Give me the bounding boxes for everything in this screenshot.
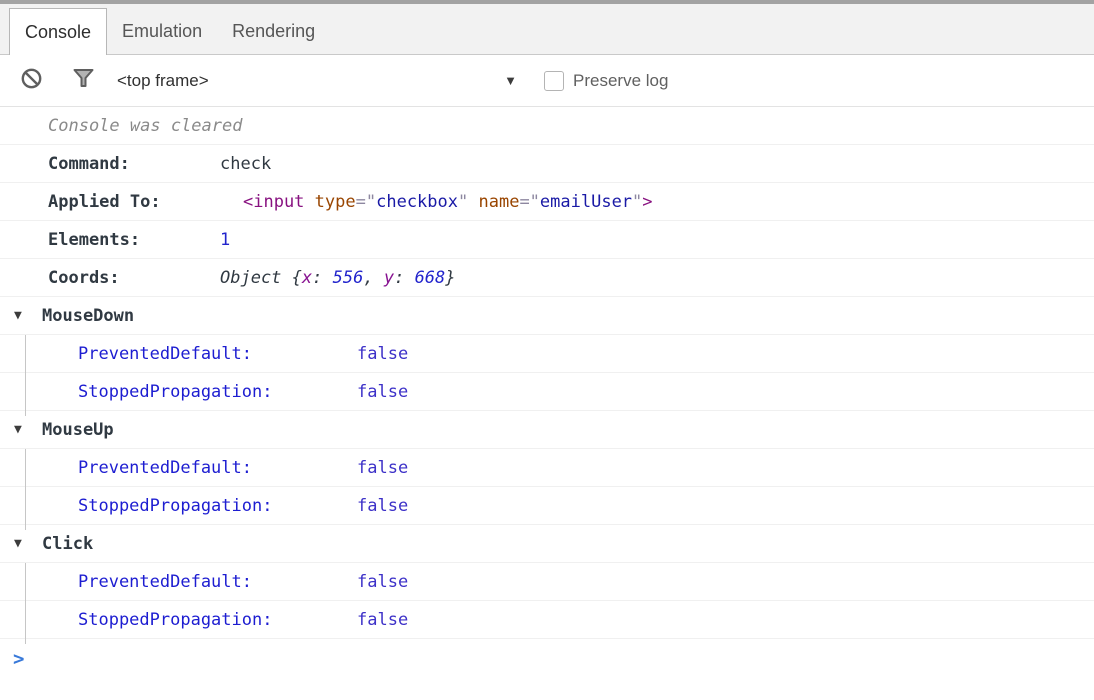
group-children-mouseup: PreventedDefault:false StoppedPropagatio… — [0, 449, 1094, 525]
console-toolbar: <top frame> ▼ Preserve log — [0, 55, 1094, 107]
tab-emulation[interactable]: Emulation — [107, 8, 217, 54]
console-message-stopped-propagation: StoppedPropagation:false — [0, 601, 1094, 639]
expand-triangle-icon[interactable]: ▼ — [14, 536, 42, 551]
console-message-applied-to: Applied To: <input type="checkbox" name="… — [0, 183, 1094, 221]
expand-triangle-icon[interactable]: ▼ — [14, 422, 42, 437]
applied-to-label: Applied To: — [48, 192, 220, 212]
group-children-mousedown: PreventedDefault:false StoppedPropagatio… — [0, 335, 1094, 411]
preserve-log-checkbox[interactable] — [544, 71, 564, 91]
element-preview[interactable]: <input type="checkbox" name="emailUser"> — [243, 192, 653, 212]
console-messages: Console was cleared Command:check Applie… — [0, 107, 1094, 679]
console-message-elements: Elements:1 — [0, 221, 1094, 259]
clear-console-button[interactable] — [19, 69, 43, 93]
console-message-prevented-default: PreventedDefault:false — [0, 335, 1094, 373]
group-header-click[interactable]: ▼Click — [0, 525, 1094, 563]
coords-label: Coords: — [48, 268, 220, 288]
console-message-stopped-propagation: StoppedPropagation:false — [0, 373, 1094, 411]
prompt-chevron-icon: > — [13, 648, 24, 670]
console-message-command: Command:check — [0, 145, 1094, 183]
chevron-down-icon: ▼ — [504, 73, 517, 88]
console-cleared-message: Console was cleared — [0, 107, 1094, 145]
tab-rendering[interactable]: Rendering — [217, 8, 330, 54]
frame-selector-value: <top frame> — [117, 71, 209, 91]
filter-button[interactable] — [71, 69, 95, 93]
expand-triangle-icon[interactable]: ▼ — [14, 308, 42, 323]
group-header-mouseup[interactable]: ▼MouseUp — [0, 411, 1094, 449]
elements-count: 1 — [220, 230, 230, 250]
devtools-tabbar: Console Emulation Rendering — [0, 4, 1094, 55]
command-label: Command: — [48, 154, 220, 174]
frame-context-selector[interactable]: <top frame> ▼ — [117, 71, 517, 91]
console-message-coords: Coords:Object {x: 556, y: 668} — [0, 259, 1094, 297]
object-preview[interactable]: Object {x: 556, y: 668} — [220, 268, 456, 288]
console-message-prevented-default: PreventedDefault:false — [0, 563, 1094, 601]
command-value: check — [220, 154, 271, 174]
filter-funnel-icon — [72, 67, 95, 94]
circle-slash-icon — [20, 67, 43, 95]
group-children-click: PreventedDefault:false StoppedPropagatio… — [0, 563, 1094, 639]
console-message-prevented-default: PreventedDefault:false — [0, 449, 1094, 487]
tab-console[interactable]: Console — [9, 8, 107, 55]
elements-label: Elements: — [48, 230, 220, 250]
console-prompt-input[interactable]: > — [0, 639, 1094, 679]
console-message-stopped-propagation: StoppedPropagation:false — [0, 487, 1094, 525]
preserve-log-label: Preserve log — [573, 71, 668, 91]
group-header-mousedown[interactable]: ▼MouseDown — [0, 297, 1094, 335]
